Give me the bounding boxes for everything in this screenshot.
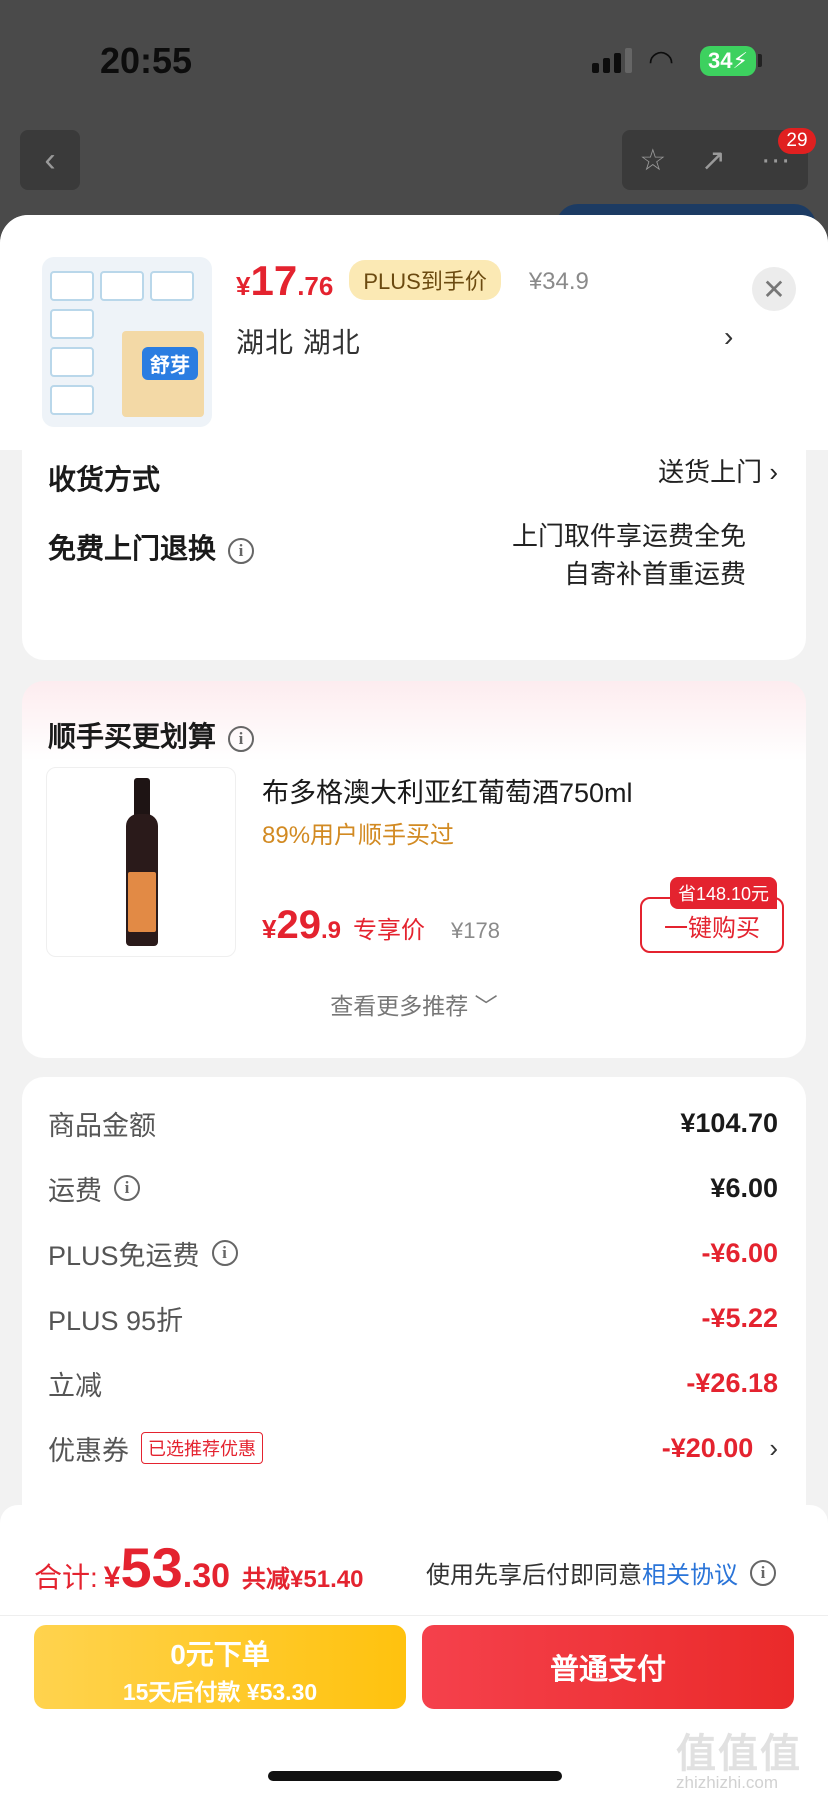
free-return-label: 免费上门退换 i: [48, 527, 255, 567]
fee-row: 运费 i ¥6.00: [48, 1168, 778, 1208]
recommend-title: 顺手买更划算 i: [48, 715, 255, 755]
fee-value: -¥5.22: [701, 1302, 778, 1333]
total-integer: 53: [120, 1536, 183, 1599]
save-badge: 省148.10元: [670, 877, 778, 909]
delivery-card: 收货方式 送货上门 › 免费上门退换 i 上门取件享运费全免 自寄补首重运费: [22, 415, 806, 660]
product-brand-logo: 舒芽: [142, 347, 198, 380]
close-icon: ✕: [762, 273, 786, 305]
bottle-label: [128, 872, 156, 932]
pay-later-title: 0元下单: [170, 1639, 270, 1670]
fee-label-wrap: 运费 i: [48, 1169, 140, 1208]
recommend-card: 顺手买更划算 i 布多格澳大利亚红葡萄酒750ml 89%用户顺手买过 ¥ 29 …: [22, 681, 806, 1058]
fee-row: 立减 -¥26.18: [48, 1363, 778, 1403]
info-icon[interactable]: i: [750, 1559, 776, 1586]
recommend-title-text: 顺手买更划算: [48, 721, 217, 752]
more-recommendations-link[interactable]: 查看更多推荐 ﹀: [22, 987, 806, 1021]
fee-label: 运费: [48, 1175, 102, 1206]
fee-label: 立减: [48, 1370, 102, 1401]
address-chevron-icon[interactable]: ›: [724, 321, 733, 353]
fee-label-wrap: PLUS免运费 i: [48, 1234, 238, 1273]
total-saving: 共减¥51.40: [242, 1566, 364, 1593]
fee-label: PLUS 95折: [48, 1305, 184, 1336]
chevron-right-icon: ›: [769, 1432, 778, 1463]
coupon-tag: 已选推荐优惠: [141, 1432, 263, 1464]
wine-original-price: ¥178: [450, 918, 500, 943]
watermark-url: zhizhizhi.com: [676, 1773, 779, 1792]
free-return-line2: 自寄补首重运费: [563, 559, 746, 589]
header-price: ¥ 17 .76 PLUS到手价 ¥34.9: [236, 257, 589, 306]
fee-value: -¥26.18: [686, 1367, 778, 1398]
share-icon[interactable]: ↗: [701, 143, 726, 178]
sheet-header: 舒芽 ¥ 17 .76 PLUS到手价 ¥34.9 湖北 湖北 › ✕: [0, 215, 828, 450]
status-bar: 20:55 ◠ 34 ⚡: [0, 0, 828, 120]
wine-price-tag: 专享价: [352, 917, 425, 944]
price-decimal: .76: [297, 271, 334, 301]
agreement-link[interactable]: 相关协议: [642, 1555, 738, 1590]
fee-label-wrap: 优惠券 已选推荐优惠: [48, 1429, 263, 1468]
delivery-address[interactable]: 湖北 湖北: [236, 321, 361, 361]
wine-name[interactable]: 布多格澳大利亚红葡萄酒750ml: [262, 771, 633, 810]
plus-price-tag: PLUS到手价: [349, 260, 501, 300]
free-return-value: 上门取件享运费全免 自寄补首重运费: [512, 517, 746, 593]
back-button[interactable]: ‹: [20, 130, 80, 190]
fee-value: ¥6.00: [710, 1172, 778, 1203]
fee-value: -¥6.00: [701, 1237, 778, 1268]
total-decimal: .30: [182, 1557, 231, 1595]
free-return-text: 免费上门退换: [48, 533, 217, 564]
total-label: 合计:: [34, 1562, 98, 1593]
fee-value: ¥104.70: [680, 1107, 778, 1138]
total-currency: ¥: [103, 1561, 121, 1594]
info-icon[interactable]: i: [228, 537, 255, 564]
chevron-right-icon: ›: [769, 457, 778, 487]
normal-pay-button[interactable]: 普通支付: [422, 1625, 794, 1709]
wine-image[interactable]: [46, 767, 236, 957]
pay-later-button[interactable]: 0元下单 15天后付款 ¥53.30: [34, 1625, 406, 1709]
info-icon[interactable]: i: [228, 725, 255, 752]
close-button[interactable]: ✕: [752, 267, 796, 311]
fee-row: PLUS免运费 i -¥6.00: [48, 1233, 778, 1273]
message-badge: 29: [778, 128, 816, 154]
wine-price-currency: ¥: [262, 914, 277, 944]
wine-price-integer: 29: [276, 903, 321, 947]
original-price: ¥34.9: [528, 268, 589, 295]
info-icon[interactable]: i: [211, 1240, 238, 1266]
status-time: 20:55: [100, 40, 193, 81]
home-indicator[interactable]: [268, 1771, 562, 1781]
wine-price: ¥ 29 .9 专享价 ¥178: [262, 903, 500, 948]
delivery-method-value[interactable]: 送货上门 ›: [658, 453, 778, 491]
battery-icon: 34 ⚡: [700, 46, 756, 76]
info-icon[interactable]: i: [114, 1175, 140, 1201]
free-return-line1: 上门取件享运费全免: [511, 521, 746, 551]
wine-price-decimal: .9: [320, 917, 341, 944]
wine-buy-stat: 89%用户顺手买过: [262, 822, 455, 849]
divider: [0, 1615, 828, 1616]
star-icon[interactable]: ☆: [639, 143, 666, 178]
battery-tip: [758, 54, 762, 67]
product-thumbnail: 舒芽: [42, 257, 212, 427]
coupon-value: -¥20.00: [661, 1432, 754, 1463]
wifi-icon: ◠: [648, 45, 675, 78]
fee-label: 商品金额: [48, 1110, 156, 1141]
agreement-prefix: 使用先享后付即同意: [426, 1562, 642, 1589]
total-price: 合计: ¥ 53 .30 共减¥51.40: [34, 1535, 363, 1600]
price-currency: ¥: [236, 271, 251, 301]
fee-value: -¥20.00 ›: [662, 1433, 778, 1464]
fee-label: PLUS免运费: [48, 1240, 200, 1271]
delivery-method-label: 收货方式: [48, 464, 161, 495]
agreement-text: 使用先享后付即同意 相关协议 i: [426, 1555, 776, 1590]
back-icon: ‹: [44, 140, 56, 179]
battery-level: 34: [708, 48, 733, 73]
fee-row: 商品金额 ¥104.70: [48, 1103, 778, 1143]
pay-later-subtitle: 15天后付款 ¥53.30: [122, 1679, 318, 1705]
coupon-row[interactable]: 优惠券 已选推荐优惠 -¥20.00 ›: [48, 1428, 778, 1468]
price-integer: 17: [250, 257, 298, 304]
fee-label: 优惠券: [48, 1435, 129, 1466]
fee-row: PLUS 95折 -¥5.22: [48, 1298, 778, 1338]
cellular-signal-icon: [592, 48, 632, 73]
checkout-bottom-bar: 合计: ¥ 53 .30 共减¥51.40 使用先享后付即同意 相关协议 i 0…: [0, 1505, 828, 1796]
delivery-method-text: 送货上门: [658, 457, 763, 487]
watermark-logo: 值值值: [676, 1732, 802, 1776]
